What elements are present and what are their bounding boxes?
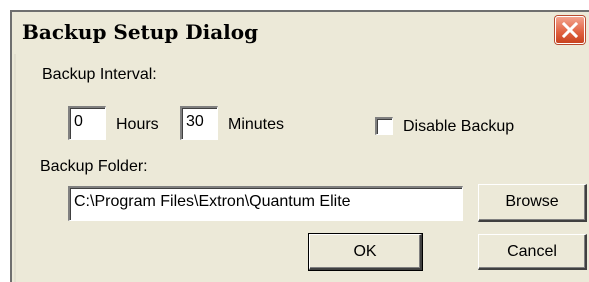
- cancel-button[interactable]: Cancel: [478, 234, 587, 270]
- hours-input[interactable]: 0: [68, 106, 106, 140]
- backup-folder-label: Backup Folder:: [40, 158, 148, 175]
- backup-interval-label: Backup Interval:: [42, 66, 157, 83]
- ok-button[interactable]: OK: [308, 233, 423, 271]
- backup-setup-dialog: Backup Setup Dialog Backup Interval: 0 H…: [10, 10, 589, 282]
- close-icon: [561, 21, 579, 39]
- close-button[interactable]: [555, 16, 585, 44]
- hours-label: Hours: [116, 116, 159, 133]
- title-bar[interactable]: Backup Setup Dialog: [12, 12, 589, 50]
- dialog-title: Backup Setup Dialog: [22, 20, 259, 44]
- browse-button[interactable]: Browse: [478, 184, 587, 222]
- minutes-input[interactable]: 30: [180, 106, 218, 140]
- disable-backup-label[interactable]: Disable Backup: [403, 118, 514, 136]
- disable-backup-checkbox[interactable]: [375, 117, 393, 135]
- backup-folder-input[interactable]: C:\Program Files\Extron\Quantum Elite: [68, 186, 463, 221]
- minutes-label: Minutes: [228, 116, 285, 133]
- dialog-body: Backup Interval: 0 Hours 30 Minutes Disa…: [14, 54, 589, 282]
